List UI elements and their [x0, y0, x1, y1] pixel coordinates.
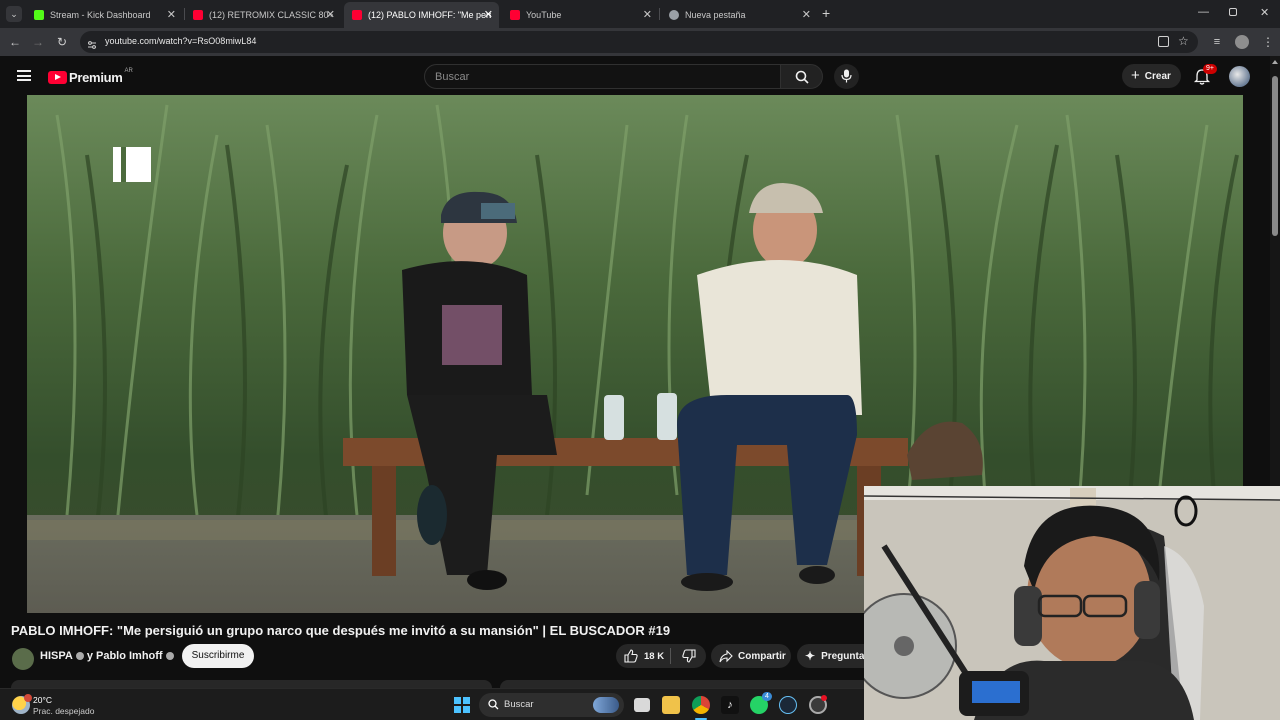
description-box-top[interactable] [11, 680, 492, 688]
channel-avatar[interactable] [12, 648, 34, 670]
close-tab-icon[interactable]: ✕ [802, 9, 811, 21]
browser-toolbar: ← → ↻ youtube.com/watch?v=RsO08miwL84 ☆ … [0, 28, 1280, 56]
subscribe-label: Suscribirme [191, 650, 245, 661]
channel-name[interactable]: HISPA [40, 650, 73, 662]
whatsapp-badge: 4 [762, 692, 772, 701]
account-avatar[interactable] [1229, 66, 1250, 87]
tab-new-tab[interactable]: Nueva pestaña ✕ [661, 2, 817, 28]
sparkle-icon: ✦ [805, 649, 816, 663]
search-icon [795, 70, 809, 84]
url-text: youtube.com/watch?v=RsO08miwL84 [105, 36, 257, 46]
share-label: Compartir [738, 650, 786, 662]
create-button[interactable]: + Crear [1122, 64, 1181, 88]
collab-channel-name[interactable]: y Pablo Imhoff [87, 650, 163, 662]
dislike-button[interactable] [671, 649, 706, 663]
webcam-overlay [864, 486, 1280, 720]
thumbs-up-icon [624, 649, 638, 663]
window-close-icon[interactable]: ✕ [1260, 6, 1269, 19]
scrollbar-thumb[interactable] [1272, 76, 1278, 236]
reload-icon[interactable]: ↻ [53, 33, 71, 51]
browser-menu-icon[interactable]: ⋮ [1259, 33, 1277, 51]
video-title: PABLO IMHOFF: "Me persiguió un grupo nar… [11, 623, 671, 638]
subscribe-button[interactable]: Suscribirme [182, 644, 254, 668]
globe-favicon-icon [669, 10, 679, 20]
tiktok-icon[interactable]: ♪ [721, 696, 739, 714]
microphone-icon [841, 69, 852, 83]
tab-title: (12) RETROMIX CLASSIC 80+ X [209, 10, 333, 20]
region-code: AR [124, 68, 133, 74]
webcam-feed [864, 486, 1280, 720]
tab-separator [659, 8, 660, 20]
youtube-favicon-icon [510, 10, 520, 20]
like-button[interactable]: 18 K [616, 649, 670, 663]
youtube-premium-logo[interactable]: Premium AR [48, 68, 133, 85]
back-arrow-icon[interactable]: ← [6, 33, 24, 51]
windows-taskbar: 20°C Prac. despejado Buscar ♪ 4 [0, 688, 864, 720]
search-button[interactable] [780, 64, 823, 89]
temperature: 20°C [33, 695, 52, 705]
steam-icon[interactable] [779, 696, 797, 714]
youtube-favicon-icon [352, 10, 362, 20]
tab-pablo-imhoff[interactable]: (12) PABLO IMHOFF: "Me persi ✕ [344, 2, 499, 28]
address-bar[interactable]: youtube.com/watch?v=RsO08miwL84 ☆ [80, 31, 1198, 53]
tab-search-button[interactable]: ⌄ [6, 6, 22, 22]
file-explorer-icon[interactable] [662, 696, 680, 714]
notifications-button[interactable]: 9+ [1192, 64, 1217, 86]
share-button[interactable]: Compartir [711, 644, 791, 668]
search-placeholder: Buscar [435, 71, 470, 83]
tab-title: Stream - Kick Dashboard [50, 10, 151, 20]
weather-condition: Prac. despejado [33, 706, 95, 716]
kick-favicon-icon [34, 10, 44, 20]
search-highlight-icon [593, 697, 619, 713]
like-dislike-group: 18 K [616, 644, 706, 668]
task-view-icon[interactable] [634, 698, 650, 712]
tab-kick-dashboard[interactable]: Stream - Kick Dashboard ✕ [26, 2, 182, 28]
create-label: Crear [1144, 70, 1171, 82]
new-tab-plus-icon[interactable]: + [822, 6, 830, 20]
weather-widget[interactable]: 20°C Prac. despejado [10, 692, 120, 718]
taskbar-search-box[interactable]: Buscar [479, 693, 624, 717]
tab-youtube[interactable]: YouTube ✕ [502, 2, 658, 28]
profile-avatar[interactable] [1235, 35, 1249, 49]
start-windows-icon[interactable] [454, 697, 470, 713]
window-minimize-icon[interactable]: — [1198, 6, 1209, 18]
tab-title: Nueva pestaña [685, 10, 746, 20]
taskbar-search-label: Buscar [504, 699, 534, 710]
recording-dot-icon [821, 695, 827, 701]
youtube-play-icon [48, 70, 67, 84]
close-tab-icon[interactable]: ✕ [167, 9, 176, 21]
scroll-up-arrow-icon[interactable] [1272, 60, 1278, 64]
notification-badge: 9+ [1203, 64, 1217, 74]
browser-tab-strip: ⌄ Stream - Kick Dashboard ✕ (12) RETROMI… [0, 0, 1280, 28]
verified-check-icon [165, 652, 174, 660]
chips-row-top[interactable] [500, 680, 870, 688]
verified-check-icon [75, 652, 84, 660]
install-app-icon[interactable] [1158, 36, 1169, 47]
site-info-icon[interactable] [87, 37, 97, 49]
hamburger-menu-icon[interactable] [17, 70, 31, 81]
search-icon [488, 699, 499, 710]
share-arrow-icon [719, 649, 733, 662]
media-queue-icon[interactable]: ≡ [1208, 33, 1226, 51]
tab-retromix[interactable]: (12) RETROMIX CLASSIC 80+ X ✕ [185, 2, 341, 28]
tab-title: YouTube [526, 10, 562, 20]
logo-text: Premium [69, 69, 123, 85]
bookmark-star-icon[interactable]: ☆ [1178, 34, 1189, 48]
channel-names: HISPA y Pablo Imhoff [40, 650, 174, 662]
tab-title: (12) PABLO IMHOFF: "Me persi [368, 10, 491, 20]
thumbs-down-icon [681, 649, 696, 663]
window-restore-icon[interactable] [1229, 8, 1237, 16]
ask-label: Preguntar [821, 650, 869, 662]
close-tab-icon[interactable]: ✕ [484, 9, 493, 21]
search-input[interactable]: Buscar [424, 64, 781, 89]
voice-search-button[interactable] [834, 64, 859, 89]
youtube-favicon-icon [193, 10, 203, 20]
chrome-icon[interactable] [692, 696, 710, 714]
forward-arrow-icon[interactable]: → [29, 33, 47, 51]
like-count: 18 K [644, 650, 665, 662]
weather-badge [24, 694, 32, 702]
plus-icon: + [1131, 67, 1140, 84]
close-tab-icon[interactable]: ✕ [326, 9, 335, 21]
close-tab-icon[interactable]: ✕ [643, 9, 652, 21]
